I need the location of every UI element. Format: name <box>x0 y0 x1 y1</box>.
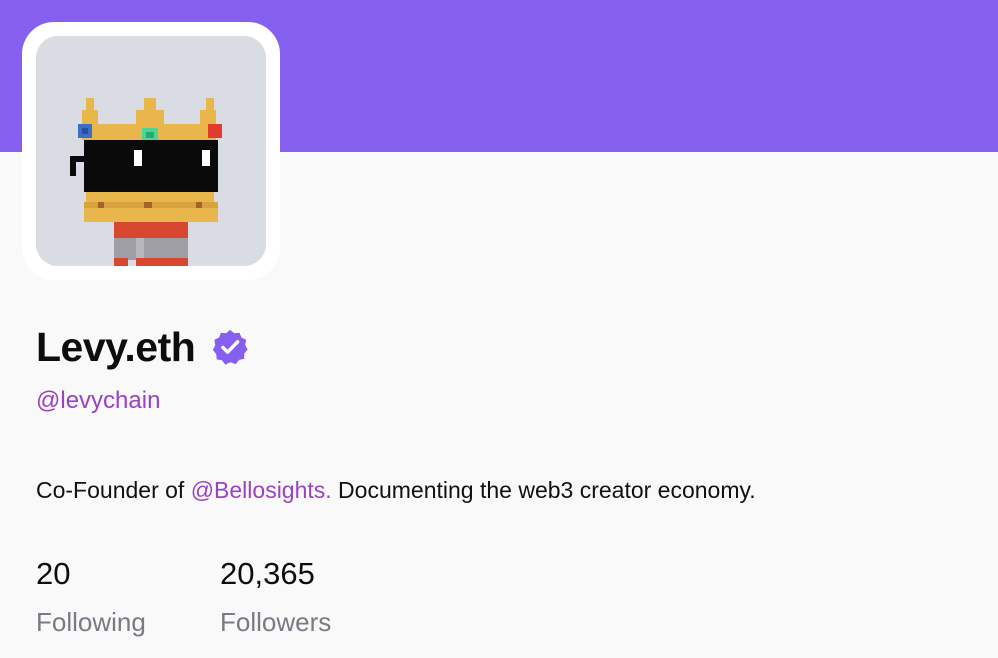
bio-mention-link[interactable]: @Bellosights. <box>191 477 332 503</box>
pixel-avatar-icon <box>36 36 266 266</box>
display-name: Levy.eth <box>36 323 196 370</box>
avatar-frame <box>22 22 280 280</box>
handle[interactable]: @levychain <box>36 387 160 415</box>
bio: Co-Founder of @Bellosights. Documenting … <box>36 477 756 504</box>
following-stat[interactable]: 20 Following <box>36 556 146 638</box>
followers-count: 20,365 <box>220 556 315 591</box>
avatar[interactable] <box>36 36 266 266</box>
following-label: Following <box>36 607 146 637</box>
bio-prefix: Co-Founder of <box>36 477 191 503</box>
profile-page: Levy.eth @levychain Co-Founder of @Bello… <box>0 0 998 658</box>
followers-label: Followers <box>220 607 332 637</box>
following-count: 20 <box>36 556 71 591</box>
bio-suffix: Documenting the web3 creator economy. <box>331 477 756 503</box>
verified-badge-icon <box>213 329 248 365</box>
followers-stat[interactable]: 20,365 Followers <box>220 556 331 638</box>
name-row: Levy.eth <box>36 322 249 372</box>
